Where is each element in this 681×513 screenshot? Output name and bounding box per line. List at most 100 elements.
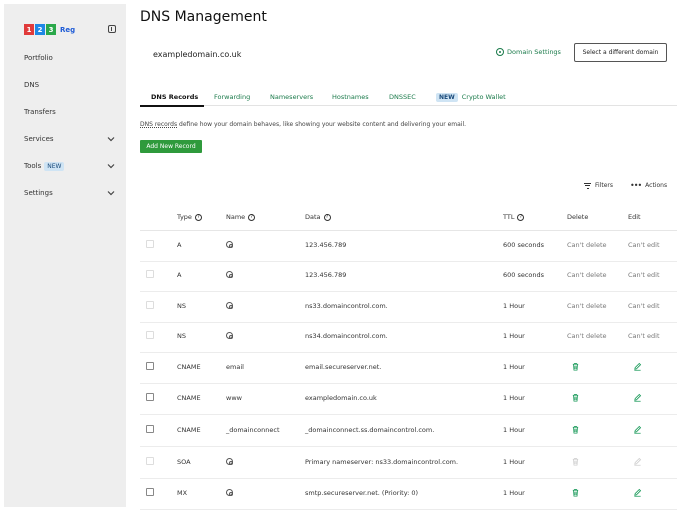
info-icon[interactable]: ? bbox=[323, 213, 331, 221]
cell-ttl: 1 Hour bbox=[503, 426, 525, 434]
page-title: DNS Management bbox=[140, 9, 267, 25]
trash-icon[interactable] bbox=[571, 393, 580, 402]
actions-button[interactable]: ••• Actions bbox=[630, 181, 668, 189]
cell-ttl: 600 seconds bbox=[503, 271, 545, 279]
sidebar-item-label: Transfers bbox=[24, 108, 56, 116]
row-checkbox bbox=[146, 301, 154, 309]
cell-type: SOA bbox=[177, 458, 191, 466]
tab-forwarding[interactable]: Forwarding bbox=[214, 93, 250, 101]
trash-icon[interactable] bbox=[571, 362, 580, 371]
at-symbol-icon bbox=[226, 271, 233, 278]
new-badge: NEW bbox=[44, 162, 65, 171]
new-badge: NEW bbox=[436, 93, 458, 102]
filter-icon bbox=[584, 182, 591, 189]
row-checkbox bbox=[146, 331, 154, 339]
at-symbol-icon bbox=[226, 489, 233, 496]
row-checkbox[interactable] bbox=[146, 488, 154, 496]
description-text: define how your domain behaves, like sho… bbox=[177, 121, 467, 128]
at-symbol-icon bbox=[226, 458, 233, 465]
add-new-record-button[interactable]: Add New Record bbox=[140, 140, 202, 153]
row-checkbox[interactable] bbox=[146, 425, 154, 433]
sidebar-item-tools[interactable]: Tools NEW bbox=[24, 161, 116, 171]
sidebar-collapse-icon[interactable] bbox=[108, 25, 116, 33]
domain-settings-label: Domain Settings bbox=[507, 48, 561, 56]
cell-type: NS bbox=[177, 302, 186, 310]
filters-button[interactable]: Filters bbox=[584, 182, 613, 189]
row-checkbox[interactable] bbox=[146, 362, 154, 370]
pencil-icon[interactable] bbox=[633, 362, 642, 371]
cell-name: www bbox=[226, 394, 242, 402]
cell-ttl: 1 Hour bbox=[503, 302, 525, 310]
table-row: A 123.456.789 600 seconds Can't delete Can't… bbox=[140, 231, 677, 262]
sidebar-item-label: Services bbox=[24, 135, 54, 143]
row-checkbox[interactable] bbox=[146, 393, 154, 401]
tab-nameservers[interactable]: Nameservers bbox=[270, 93, 313, 101]
trash-icon bbox=[572, 457, 579, 466]
tab-hostnames[interactable]: Hostnames bbox=[332, 93, 369, 101]
cell-data: ns34.domaincontrol.com. bbox=[305, 332, 388, 340]
logo[interactable]: 1 2 3 Reg bbox=[24, 24, 75, 35]
table-row: CNAME email email.secureserver.net. 1 Hour bbox=[140, 353, 677, 384]
logo-digit-2: 2 bbox=[35, 24, 45, 35]
sidebar-item-label: DNS bbox=[24, 81, 40, 89]
logo-text: Reg bbox=[60, 25, 76, 34]
table-header: Type? Name? Data? TTL? Delete Edit bbox=[140, 209, 677, 231]
cell-edit: Can't edit bbox=[628, 241, 660, 249]
select-domain-button[interactable]: Select a different domain bbox=[574, 43, 667, 62]
cell-name bbox=[226, 332, 233, 341]
tab-crypto-wallet[interactable]: NEW Crypto Wallet bbox=[436, 93, 506, 102]
sidebar-item-settings[interactable]: Settings bbox=[24, 188, 116, 198]
at-symbol-icon bbox=[226, 241, 233, 248]
dns-records-link[interactable]: DNS records bbox=[140, 121, 177, 128]
trash-icon[interactable] bbox=[571, 488, 580, 497]
cell-data: email.secureserver.net. bbox=[305, 363, 382, 371]
row-checkbox bbox=[146, 457, 154, 465]
filters-label: Filters bbox=[595, 182, 613, 189]
cell-name bbox=[226, 458, 233, 467]
cell-data: 123.456.789 bbox=[305, 271, 347, 279]
actions-label: Actions bbox=[645, 182, 668, 189]
info-icon[interactable]: ? bbox=[517, 213, 525, 221]
cell-data: ns33.domaincontrol.com. bbox=[305, 302, 388, 310]
cell-data: smtp.secureserver.net. (Priority: 0) bbox=[305, 489, 419, 497]
trash-icon[interactable] bbox=[571, 425, 580, 434]
cell-edit: Can't edit bbox=[628, 302, 660, 310]
col-ttl: TTL? bbox=[503, 213, 525, 221]
at-symbol-icon bbox=[226, 302, 233, 309]
cell-ttl: 1 Hour bbox=[503, 489, 525, 497]
sidebar-item-services[interactable]: Services bbox=[24, 134, 116, 144]
sidebar-item-transfers[interactable]: Transfers bbox=[24, 108, 116, 116]
cell-name bbox=[226, 302, 233, 311]
gear-icon bbox=[496, 48, 504, 56]
logo-digit-1: 1 bbox=[24, 24, 34, 35]
row-checkbox bbox=[146, 240, 154, 248]
cell-type: CNAME bbox=[177, 426, 201, 434]
info-icon[interactable]: ? bbox=[194, 213, 202, 221]
cell-delete: Can't delete bbox=[567, 271, 607, 279]
table-row: MX smtp.secureserver.net. (Priority: 0) 1 … bbox=[140, 479, 677, 510]
table-row: A 123.456.789 600 seconds Can't delete Can't… bbox=[140, 261, 677, 292]
cell-data: exampledomain.co.uk bbox=[305, 394, 377, 402]
domain-settings-link[interactable]: Domain Settings bbox=[496, 48, 561, 56]
at-symbol-icon bbox=[226, 332, 233, 339]
sidebar-item-dns[interactable]: DNS bbox=[24, 81, 116, 89]
sidebar-item-portfolio[interactable]: Portfolio bbox=[24, 54, 116, 62]
sidebar-item-label-wrap: Tools NEW bbox=[24, 162, 65, 171]
pencil-icon[interactable] bbox=[633, 488, 642, 497]
col-delete: Delete bbox=[567, 213, 589, 221]
cell-type: CNAME bbox=[177, 363, 201, 371]
pencil-icon[interactable] bbox=[633, 393, 642, 402]
cell-delete: Can't delete bbox=[567, 332, 607, 340]
tab-dns-records[interactable]: DNS Records bbox=[151, 93, 198, 101]
cell-type: A bbox=[177, 241, 182, 249]
tab-label: Crypto Wallet bbox=[461, 93, 506, 101]
cell-data: _domainconnect.ss.domaincontrol.com. bbox=[305, 426, 435, 434]
cell-edit: Can't edit bbox=[628, 271, 660, 279]
cell-name bbox=[226, 241, 233, 250]
table-row: CNAME www exampledomain.co.uk 1 Hour bbox=[140, 384, 677, 415]
tab-dnssec[interactable]: DNSSEC bbox=[389, 93, 416, 101]
col-name-label: Name bbox=[226, 213, 246, 221]
cell-name: _domainconnect bbox=[226, 426, 280, 434]
pencil-icon[interactable] bbox=[633, 425, 642, 434]
info-icon[interactable]: ? bbox=[248, 213, 256, 221]
